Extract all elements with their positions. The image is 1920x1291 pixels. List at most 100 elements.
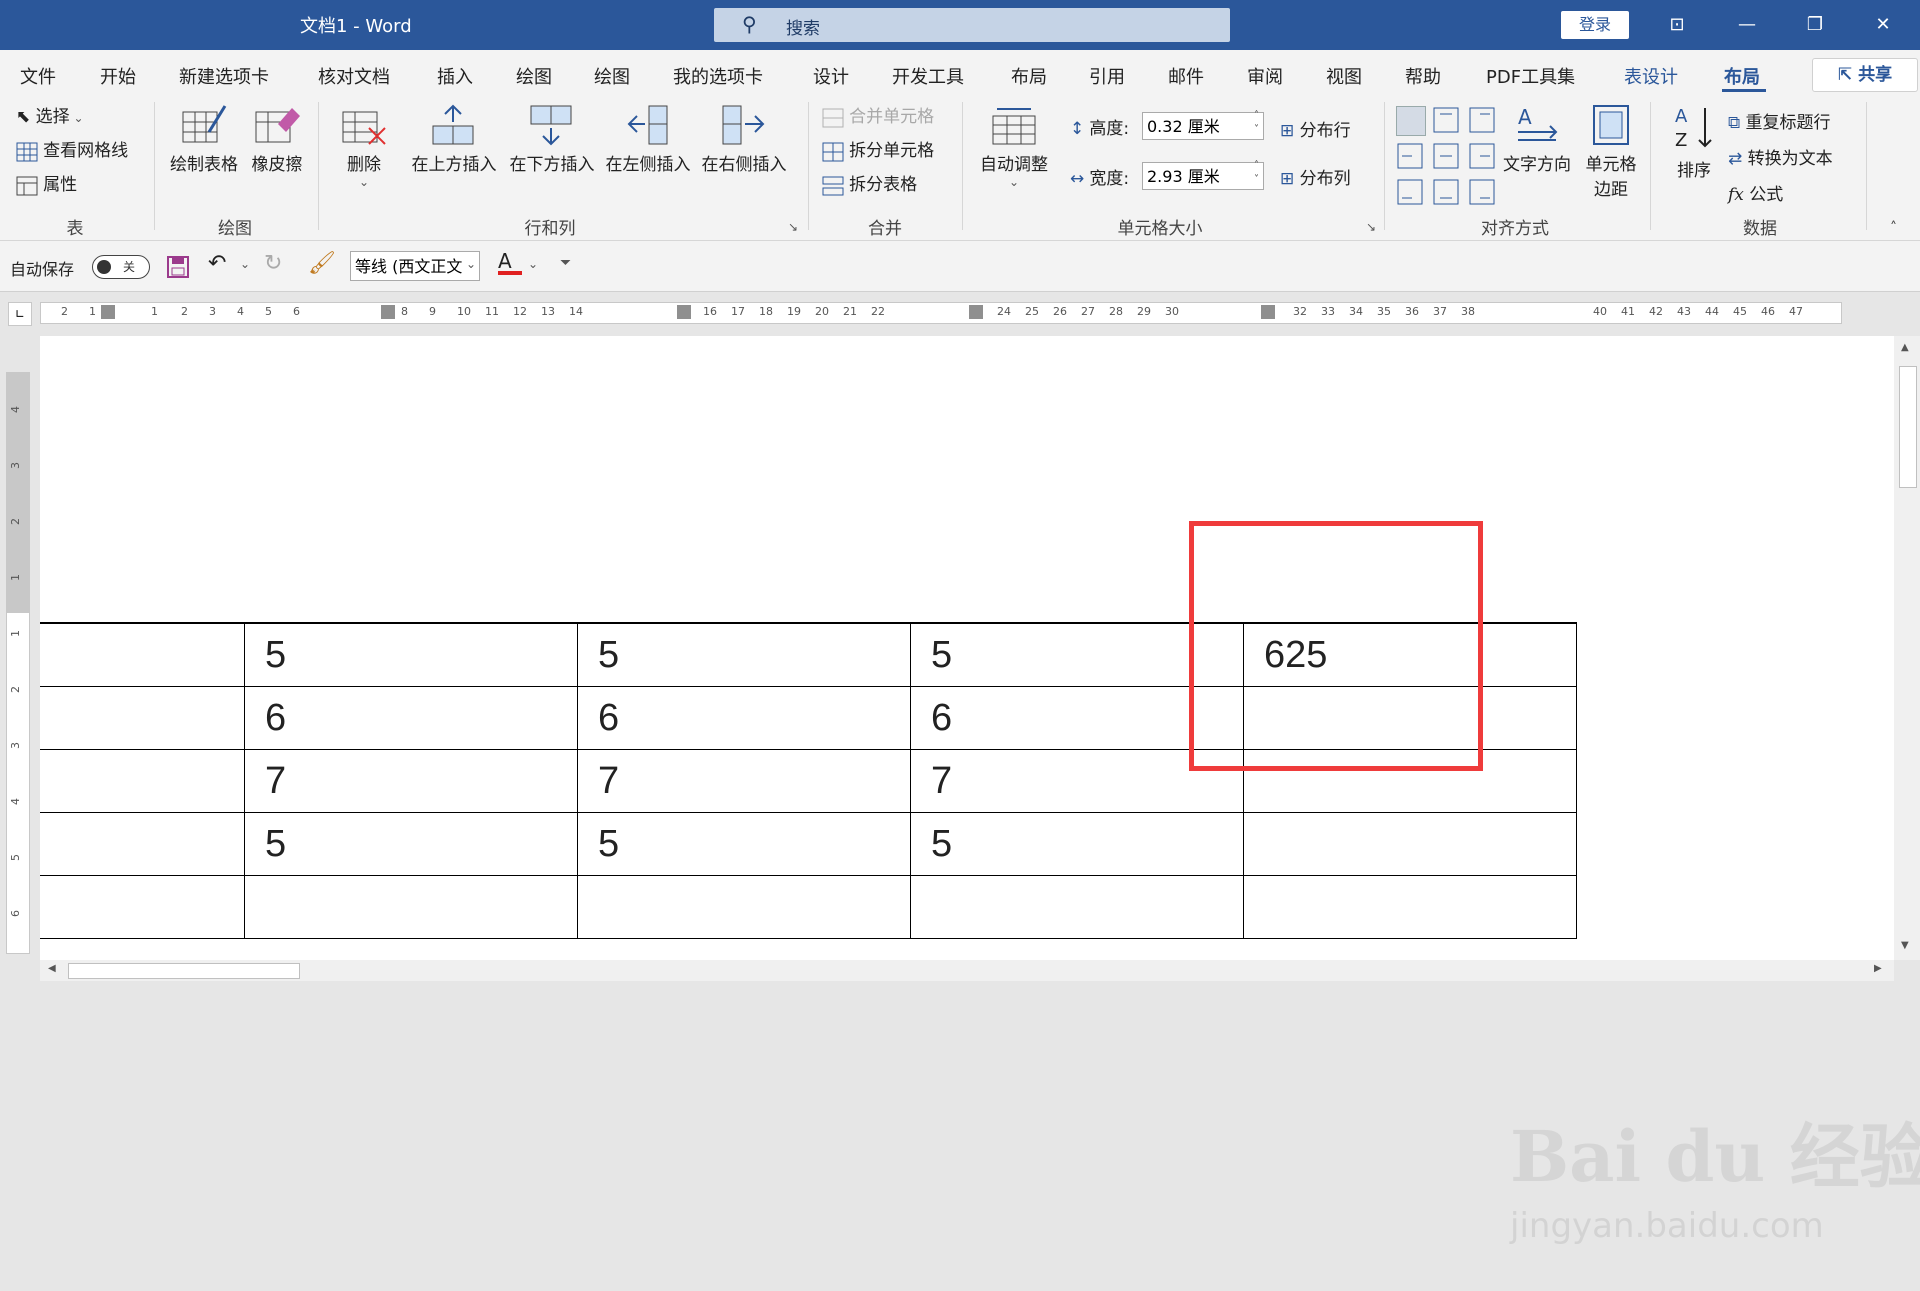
vertical-scrollbar-thumb[interactable] (1899, 366, 1917, 488)
tab-table-layout[interactable]: 布局 (1724, 63, 1760, 89)
convert-to-text-button[interactable]: ⇄ 转换为文本 (1728, 144, 1833, 169)
login-button[interactable]: 登录 (1561, 11, 1629, 39)
tab-view[interactable]: 视图 (1326, 63, 1362, 89)
align-bottom-center-icon[interactable] (1432, 178, 1460, 206)
insert-right-button[interactable]: 在右侧插入 (698, 104, 790, 175)
align-middle-right-icon[interactable] (1468, 142, 1496, 170)
height-input[interactable]: 0.32 厘米 ˄ ˅ (1142, 109, 1264, 140)
table-cell[interactable]: 6 (577, 686, 911, 750)
repeat-header-button[interactable]: ⧉ 重复标题行 (1728, 108, 1831, 133)
text-direction-button[interactable]: A 文字方向 (1498, 104, 1576, 175)
vertical-scrollbar[interactable]: ▲ ▼ (1894, 336, 1920, 960)
search-box[interactable]: ⚲ 搜索 (714, 8, 1230, 42)
table-cell[interactable] (40, 622, 245, 687)
split-table-button[interactable]: 拆分表格 (822, 170, 917, 196)
ruler-column-marker[interactable] (101, 305, 115, 319)
split-cells-button[interactable]: 拆分单元格 (822, 136, 934, 162)
vertical-ruler[interactable]: 4 3 2 1 1 2 3 4 5 6 (6, 372, 30, 954)
scroll-down-icon[interactable]: ▼ (1901, 940, 1909, 951)
font-select[interactable]: 等线 (西文正文 (350, 251, 480, 281)
undo-dropdown-icon[interactable]: ⌄ (240, 257, 250, 271)
insert-above-button[interactable]: 在上方插入 (410, 104, 498, 175)
width-input[interactable]: 2.93 厘米 ˄ ˅ (1142, 159, 1264, 190)
minimize-icon[interactable]: — (1724, 8, 1770, 42)
table-cell[interactable] (1243, 812, 1577, 876)
close-icon[interactable]: ✕ (1860, 8, 1906, 42)
ruler-column-marker[interactable] (1261, 305, 1275, 319)
tab-help[interactable]: 帮助 (1405, 63, 1441, 89)
draw-table-button[interactable]: 绘制表格 (168, 104, 240, 175)
ruler-column-marker[interactable] (677, 305, 691, 319)
autofit-button[interactable]: 自动调整 ⌄ (974, 104, 1054, 189)
table-cell[interactable] (910, 875, 1244, 939)
merge-cells-button[interactable]: 合并单元格 (822, 102, 934, 128)
insert-left-button[interactable]: 在左侧插入 (602, 104, 694, 175)
formula-button[interactable]: fx 公式 (1728, 180, 1783, 205)
font-dropdown-icon[interactable]: ⌄ (466, 257, 476, 271)
horizontal-ruler[interactable]: 2 1 1 2 3 4 5 6 8 9 10 11 12 13 14 16 17 18 19 20 21 22 24 25 26… (40, 302, 1842, 324)
eraser-button[interactable]: 橡皮擦 (247, 104, 307, 175)
tab-new-tab[interactable]: 新建选项卡 (179, 63, 269, 89)
tab-pdf-tools[interactable]: PDF工具集 (1486, 63, 1575, 89)
customize-qat-icon[interactable]: ⏷ (560, 255, 571, 271)
tab-draw-2[interactable]: 绘图 (594, 63, 630, 89)
table-cell[interactable]: 5 (577, 622, 911, 687)
horizontal-scrollbar-thumb[interactable] (68, 963, 300, 979)
spinner-icon[interactable]: ˄ ˅ (1254, 109, 1259, 137)
delete-button[interactable]: 删除 ⌄ (336, 104, 392, 189)
table-cell[interactable]: 5 (244, 812, 578, 876)
tab-review[interactable]: 审阅 (1247, 63, 1283, 89)
distribute-rows-button[interactable]: ⊞ 分布行 (1280, 116, 1351, 141)
view-gridlines-button[interactable]: 查看网格线 (16, 136, 128, 162)
undo-icon[interactable]: ↶ (208, 251, 226, 276)
table-cell[interactable] (244, 875, 578, 939)
insert-below-button[interactable]: 在下方插入 (506, 104, 598, 175)
ribbon-display-icon[interactable]: ⊡ (1654, 8, 1700, 42)
tab-file[interactable]: 文件 (20, 63, 56, 89)
tab-my-tab[interactable]: 我的选项卡 (673, 63, 763, 89)
dialog-launcher-icon[interactable]: ↘ (788, 220, 798, 234)
align-middle-center-icon[interactable] (1432, 142, 1460, 170)
align-top-left-icon[interactable] (1396, 106, 1426, 136)
align-bottom-left-icon[interactable] (1396, 178, 1424, 206)
table-cell[interactable] (1243, 875, 1577, 939)
tab-table-design[interactable]: 表设计 (1624, 63, 1678, 89)
align-bottom-right-icon[interactable] (1468, 178, 1496, 206)
tab-developer[interactable]: 开发工具 (892, 63, 964, 89)
table-cell[interactable] (577, 875, 911, 939)
tab-draw-1[interactable]: 绘图 (516, 63, 552, 89)
table-cell[interactable]: 5 (577, 812, 911, 876)
scroll-up-icon[interactable]: ▲ (1901, 342, 1909, 353)
ruler-column-marker[interactable] (381, 305, 395, 319)
ruler-column-marker[interactable] (969, 305, 983, 319)
table-cell[interactable]: 6 (244, 686, 578, 750)
table-cell[interactable] (40, 812, 245, 876)
tab-insert[interactable]: 插入 (437, 63, 473, 89)
tab-references[interactable]: 引用 (1089, 63, 1125, 89)
table-cell[interactable] (40, 875, 245, 939)
tab-check-doc[interactable]: 核对文档 (318, 63, 390, 89)
tab-home[interactable]: 开始 (100, 63, 136, 89)
format-painter-icon[interactable]: 🖌 (308, 251, 336, 276)
dialog-launcher-icon[interactable]: ↘ (1366, 220, 1376, 234)
document-page[interactable]: 5 5 5 625 6 6 6 7 7 7 5 5 5 Bai du 经验 jingyan.baidu.… (40, 336, 1920, 1246)
font-color-button[interactable]: A (498, 249, 522, 275)
scroll-right-icon[interactable]: ▶ (1874, 963, 1882, 974)
font-color-dropdown-icon[interactable]: ⌄ (528, 257, 538, 271)
table-cell[interactable] (40, 686, 245, 750)
autosave-toggle[interactable]: 关 (92, 255, 150, 279)
collapse-ribbon-icon[interactable]: ˄ (1890, 220, 1897, 236)
sort-button[interactable]: AZ 排序 (1668, 104, 1720, 181)
align-top-center-icon[interactable] (1432, 106, 1460, 134)
align-middle-left-icon[interactable] (1396, 142, 1424, 170)
share-button[interactable]: ⇱ 共享 (1812, 58, 1918, 92)
tab-layout-page[interactable]: 布局 (1011, 63, 1047, 89)
tab-design[interactable]: 设计 (813, 63, 849, 89)
table-cell[interactable] (40, 749, 245, 813)
table-cell[interactable]: 7 (244, 749, 578, 813)
spinner-icon[interactable]: ˄ ˅ (1254, 159, 1259, 187)
table-cell[interactable]: 7 (577, 749, 911, 813)
table-cell[interactable]: 5 (244, 622, 578, 687)
table-cell[interactable]: 5 (910, 812, 1244, 876)
select-button[interactable]: ⬉ 选择 ⌄ (16, 102, 84, 127)
